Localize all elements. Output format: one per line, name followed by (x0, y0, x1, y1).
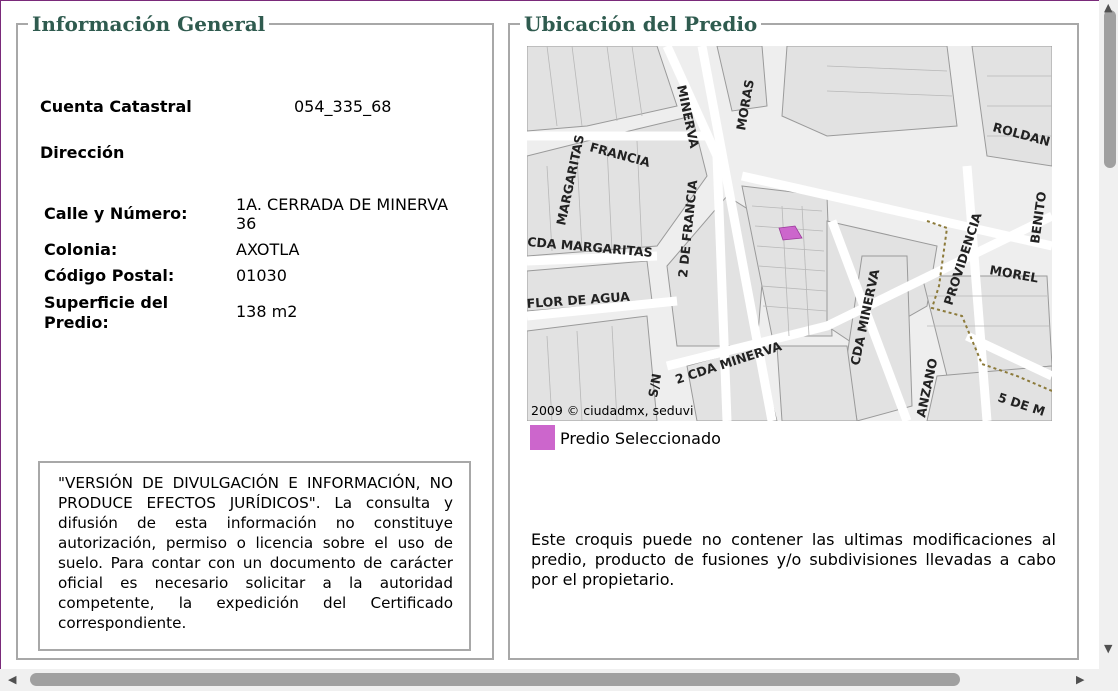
map-credit: 2009 © ciudadmx, seduvi (531, 403, 694, 418)
scroll-up-icon[interactable]: ▲ (1104, 2, 1112, 13)
vertical-scrollbar-thumb[interactable] (1104, 10, 1116, 168)
superficie-value: 138 m2 (236, 302, 298, 321)
map-disclaimer-note: Este croquis puede no contener las ultim… (531, 530, 1056, 589)
superficie-label-line2: Predio: (44, 313, 109, 332)
general-info-legend: Información General (32, 12, 266, 36)
calle-value-line1: 1A. CERRADA DE MINERVA (236, 195, 449, 214)
legal-disclaimer: "VERSIÓN DE DIVULGACIÓN E INFORMACIÓN, N… (38, 461, 471, 651)
selected-lot-swatch (530, 425, 555, 450)
scroll-right-icon[interactable]: ▶ (1076, 674, 1084, 685)
selected-lot-legend: Predio Seleccionado (560, 429, 721, 448)
codigo-postal-label: Código Postal: (44, 266, 175, 285)
codigo-postal-value: 01030 (236, 266, 287, 285)
colonia-label: Colonia: (44, 240, 118, 259)
location-legend: Ubicación del Predio (524, 12, 758, 36)
location-map[interactable]: MINERVA MORAS ROLDAN MARGARITAS FRANCIA … (527, 46, 1052, 421)
calle-value-line2: 36 (236, 214, 257, 233)
colonia-value: AXOTLA (236, 240, 300, 259)
superficie-label-line1: Superficie del (44, 293, 169, 312)
calle-label: Calle y Número: (44, 204, 188, 223)
horizontal-scrollbar-thumb[interactable] (30, 673, 960, 686)
cuenta-catastral-value: 054_335_68 (294, 97, 392, 116)
scroll-down-icon[interactable]: ▼ (1104, 643, 1112, 654)
scroll-left-icon[interactable]: ◀ (8, 674, 16, 685)
direccion-label: Dirección (40, 143, 125, 162)
cuenta-catastral-label: Cuenta Catastral (40, 97, 192, 116)
